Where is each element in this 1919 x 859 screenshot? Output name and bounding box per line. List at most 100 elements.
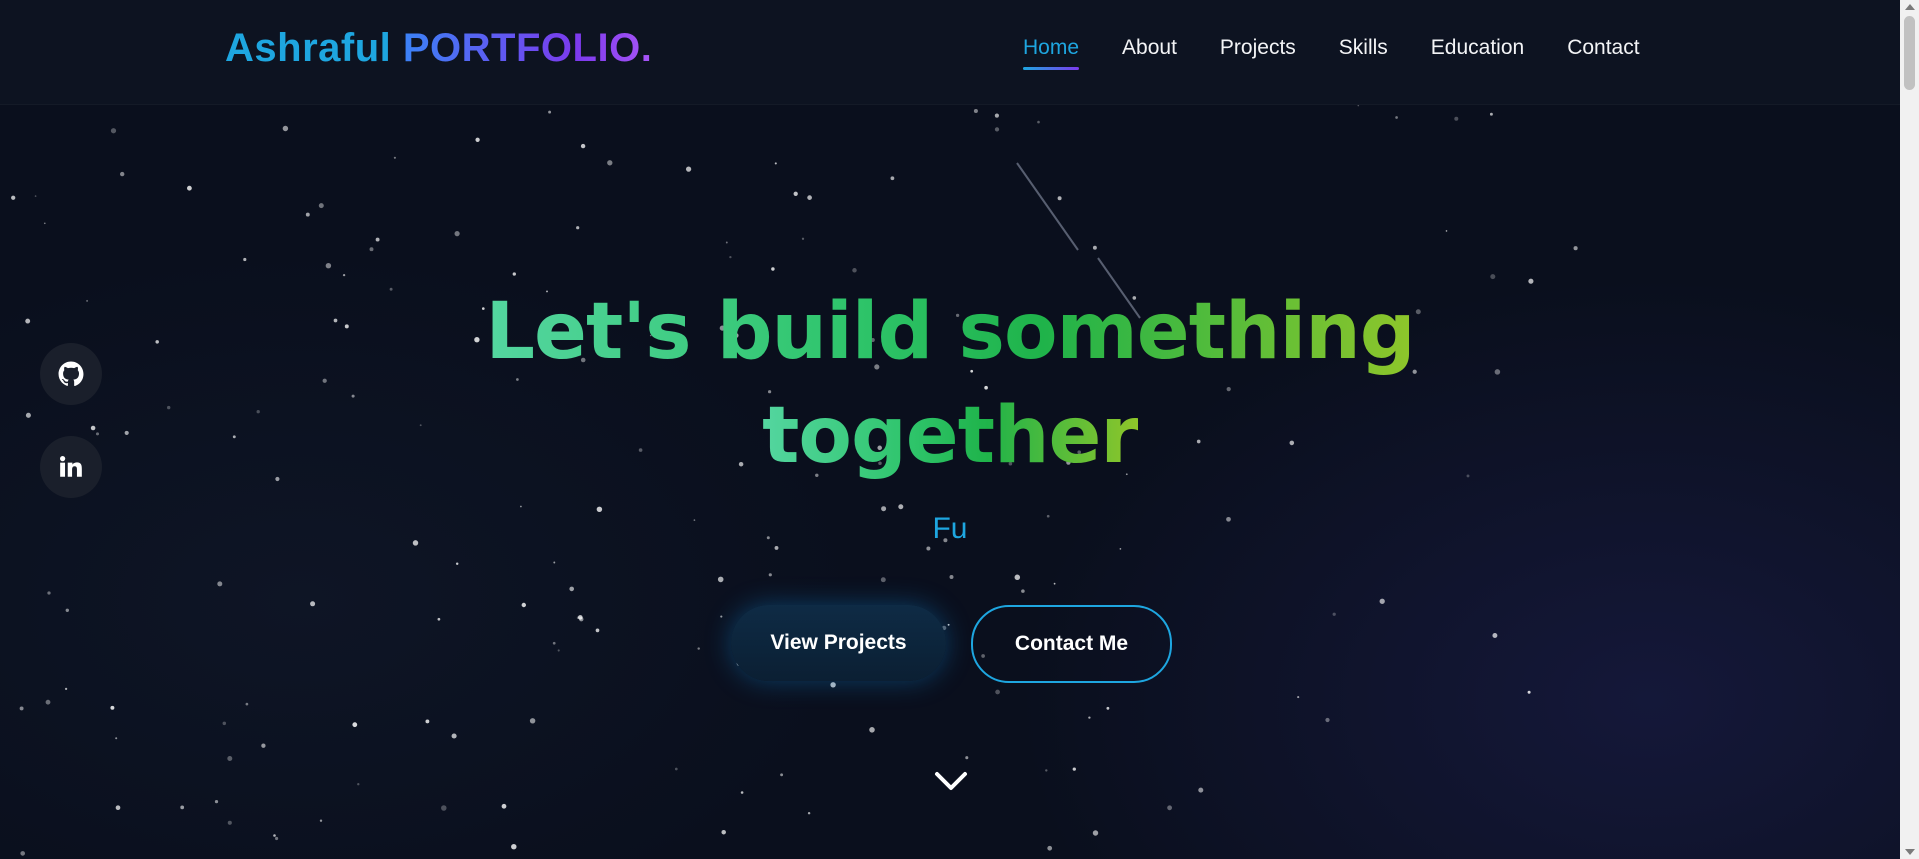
star: [11, 195, 16, 200]
star: [674, 767, 678, 771]
star: [180, 805, 185, 810]
star: [697, 647, 700, 650]
star: [1053, 582, 1056, 585]
star: [451, 733, 457, 739]
star: [1088, 716, 1091, 719]
star: [1492, 633, 1498, 638]
star: [1167, 805, 1173, 811]
star: [1021, 589, 1025, 593]
star: [47, 591, 51, 595]
scroll-up-arrow-icon[interactable]: [1905, 4, 1915, 10]
scrollbar-thumb[interactable]: [1904, 16, 1915, 90]
star: [881, 506, 887, 512]
star: [721, 829, 726, 835]
star: [45, 699, 51, 705]
contact-me-button[interactable]: Contact Me: [971, 605, 1172, 683]
star: [852, 268, 857, 273]
star: [43, 222, 46, 225]
star: [552, 641, 556, 645]
star: [890, 176, 895, 181]
star: [437, 617, 441, 621]
star: [949, 575, 954, 579]
star: [569, 586, 575, 592]
star: [529, 718, 536, 724]
star: [369, 247, 374, 252]
star: [393, 156, 396, 159]
star: [576, 226, 580, 230]
star: [20, 851, 26, 856]
hero-title-line2: together: [762, 391, 1139, 481]
star: [994, 113, 999, 118]
star: [115, 805, 121, 811]
star: [947, 623, 950, 626]
star: [577, 615, 583, 620]
star: [1072, 767, 1076, 771]
star: [780, 773, 784, 777]
scroll-down-arrow-icon[interactable]: [1905, 849, 1915, 855]
star: [1037, 120, 1040, 124]
star: [1106, 706, 1110, 710]
star: [454, 231, 460, 237]
star: [807, 195, 812, 200]
star: [1573, 246, 1578, 251]
star: [1297, 696, 1300, 699]
star: [245, 702, 249, 706]
star: [1119, 548, 1122, 550]
nav-about[interactable]: About: [1122, 36, 1177, 70]
star: [305, 212, 310, 217]
star: [1527, 690, 1531, 694]
logo-name: Ashraful: [225, 26, 392, 70]
star: [520, 505, 522, 508]
star: [1489, 112, 1493, 116]
star: [994, 127, 1000, 132]
star: [768, 573, 772, 577]
nav-home[interactable]: Home: [1023, 36, 1080, 70]
star: [607, 160, 613, 166]
star: [441, 805, 447, 811]
star: [187, 185, 192, 191]
star: [685, 166, 692, 172]
star: [1454, 116, 1459, 121]
star: [34, 195, 37, 197]
star: [1092, 830, 1099, 836]
star: [1198, 787, 1204, 793]
star: [120, 171, 125, 177]
star: [19, 706, 24, 711]
star: [310, 601, 316, 607]
scroll-down-link[interactable]: [934, 770, 968, 797]
star: [793, 191, 798, 196]
star: [729, 255, 732, 259]
star: [375, 237, 380, 242]
star: [110, 128, 117, 134]
star: [214, 799, 219, 804]
star: [898, 504, 904, 510]
logo[interactable]: Ashraful PORTFOLIO.: [225, 26, 652, 71]
star: [273, 834, 276, 837]
star: [595, 628, 600, 633]
star: [1395, 116, 1398, 119]
star: [1092, 245, 1097, 250]
star: [830, 682, 836, 688]
nav-contact[interactable]: Contact: [1567, 36, 1639, 70]
navbar: Ashraful PORTFOLIO. Home About Projects …: [0, 0, 1900, 105]
view-projects-button[interactable]: View Projects: [731, 605, 946, 681]
star: [1490, 274, 1496, 280]
star: [342, 273, 346, 277]
nav-education[interactable]: Education: [1431, 36, 1524, 70]
hero-title-line1: Let's build something: [485, 287, 1415, 377]
star: [553, 561, 556, 564]
star: [580, 143, 586, 149]
star: [217, 581, 223, 587]
star: [325, 262, 332, 269]
star: [740, 791, 744, 794]
nav-skills[interactable]: Skills: [1339, 36, 1388, 70]
scrollbar[interactable]: [1900, 0, 1919, 859]
star: [357, 783, 360, 786]
nav-projects[interactable]: Projects: [1220, 36, 1296, 70]
star: [222, 721, 227, 726]
nav-menu: Home About Projects Skills Education Con…: [1023, 36, 1683, 70]
chevron-down-icon: [935, 772, 967, 790]
star: [995, 689, 1000, 695]
star: [521, 602, 526, 608]
star: [1057, 196, 1062, 201]
